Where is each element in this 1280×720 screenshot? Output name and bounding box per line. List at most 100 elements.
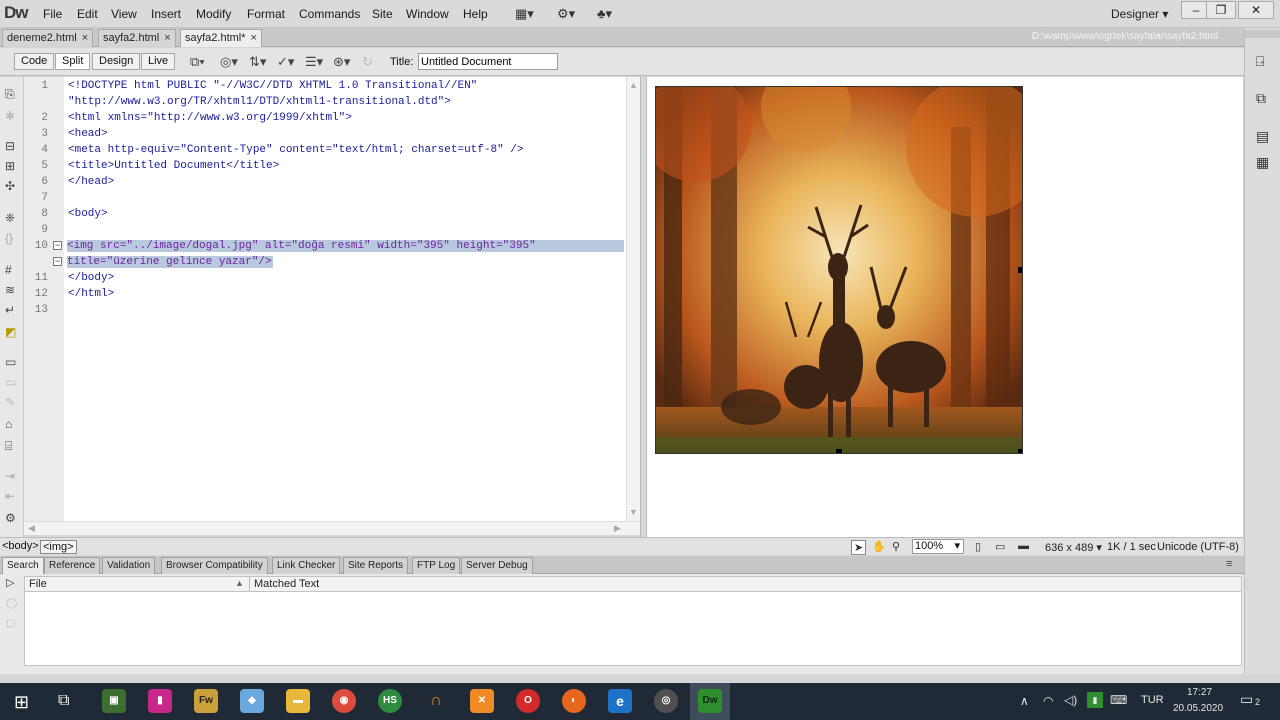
notifications-icon[interactable]: ▭ bbox=[1240, 691, 1253, 708]
recent-snippets-icon[interactable]: ⌂ bbox=[5, 417, 12, 431]
tray-app-icon[interactable]: ▮ bbox=[1087, 692, 1103, 708]
document-title-input[interactable] bbox=[418, 53, 558, 70]
collapse-selection-icon[interactable]: ⊞ bbox=[5, 159, 15, 173]
sort-icon[interactable]: ▲ bbox=[235, 578, 244, 588]
menu-commands[interactable]: Commands bbox=[299, 7, 360, 21]
desktop-size-icon[interactable]: ▬ bbox=[1018, 540, 1029, 552]
tab-sayfa2-modified[interactable]: sayfa2.html* × bbox=[180, 29, 262, 47]
gear-icon[interactable]: ⚙▾ bbox=[557, 6, 575, 22]
snippets-panel-icon[interactable]: ▦ bbox=[1256, 154, 1269, 171]
insert-panel-icon[interactable]: ⍈ bbox=[1256, 53, 1264, 70]
resize-handle-right[interactable] bbox=[1018, 267, 1022, 273]
keyboard-icon[interactable]: ⌨ bbox=[1110, 693, 1127, 707]
preview-browser-icon[interactable]: ◎▾ bbox=[220, 54, 238, 70]
window-size[interactable]: 636 x 489 ▾ bbox=[1045, 541, 1102, 554]
open-documents-icon[interactable]: ⎘ bbox=[5, 87, 15, 102]
files-panel-icon[interactable]: ⧉ bbox=[1256, 90, 1266, 107]
cube-app-icon[interactable]: ◆ bbox=[240, 689, 264, 713]
file-explorer-icon[interactable]: ▬ bbox=[286, 689, 310, 713]
show-code-navigator-icon[interactable]: ✱ bbox=[5, 109, 15, 123]
hs-app-icon[interactable]: HS bbox=[378, 689, 402, 713]
close-icon[interactable]: × bbox=[82, 32, 88, 44]
tab-reference[interactable]: Reference bbox=[44, 557, 101, 574]
menu-window[interactable]: Window bbox=[406, 7, 449, 21]
xampp-icon[interactable]: ✕ bbox=[470, 689, 494, 713]
show-hidden-icons-icon[interactable]: ∧ bbox=[1020, 694, 1029, 708]
scroll-left-icon[interactable]: ◀ bbox=[28, 523, 35, 534]
code-line[interactable]: "http://www.w3.org/TR/xhtml1/DTD/xhtml1-… bbox=[68, 96, 451, 108]
apply-comment-icon[interactable]: ▭ bbox=[5, 355, 16, 369]
tablet-size-icon[interactable]: ▭ bbox=[995, 540, 1005, 553]
menu-help[interactable]: Help bbox=[463, 7, 488, 21]
task-manager-icon[interactable]: ▣ bbox=[102, 689, 126, 713]
tab-sayfa2[interactable]: sayfa2.html × bbox=[98, 29, 176, 47]
file-management-icon[interactable]: ⇅▾ bbox=[249, 54, 266, 70]
tab-server-debug[interactable]: Server Debug bbox=[461, 557, 533, 574]
chrome-icon[interactable]: ◉ bbox=[332, 689, 356, 713]
column-matched-text[interactable]: Matched Text bbox=[254, 578, 319, 590]
tab-browser-compatibility[interactable]: Browser Compatibility bbox=[161, 557, 268, 574]
dock-header[interactable] bbox=[1245, 30, 1280, 38]
menu-site[interactable]: Site bbox=[372, 7, 393, 21]
balance-braces-icon[interactable]: {} bbox=[5, 231, 13, 245]
code-line[interactable]: <head> bbox=[68, 128, 108, 140]
menu-edit[interactable]: Edit bbox=[77, 7, 98, 21]
inspect-icon[interactable]: ⊛▾ bbox=[333, 54, 350, 70]
hand-tool-icon[interactable]: ✋ bbox=[872, 540, 886, 553]
selected-image[interactable] bbox=[655, 86, 1023, 454]
panel-options-icon[interactable]: ≡ bbox=[1226, 558, 1232, 570]
close-icon[interactable]: × bbox=[251, 32, 257, 44]
outdent-code-icon[interactable]: ⇤ bbox=[5, 489, 15, 503]
select-parent-tag-icon[interactable]: ❈ bbox=[5, 211, 15, 225]
windows-start-icon[interactable]: ⊞ bbox=[14, 692, 29, 713]
split-divider[interactable] bbox=[640, 77, 647, 537]
code-line[interactable]: <!DOCTYPE html PUBLIC "-//W3C//DTD XHTML… bbox=[68, 80, 477, 92]
save-report-icon[interactable]: ▢ bbox=[6, 618, 15, 629]
code-editor[interactable]: <!DOCTYPE html PUBLIC "-//W3C//DTD XHTML… bbox=[64, 77, 626, 521]
fireworks-icon[interactable]: Fw bbox=[194, 689, 218, 713]
code-line[interactable]: </head> bbox=[68, 176, 114, 188]
column-divider[interactable] bbox=[249, 577, 250, 591]
stop-icon[interactable]: ◯ bbox=[6, 598, 17, 609]
menu-modify[interactable]: Modify bbox=[196, 7, 231, 21]
volume-icon[interactable]: ◁) bbox=[1064, 693, 1077, 707]
fold-toggle[interactable]: − bbox=[53, 257, 62, 266]
code-horizontal-scrollbar[interactable]: ◀ ▶ bbox=[24, 521, 640, 535]
firefox-icon[interactable]: ◐ bbox=[562, 689, 586, 713]
tag-selector-img[interactable]: <img> bbox=[40, 540, 77, 554]
clock-time[interactable]: 17:27 bbox=[1187, 687, 1212, 698]
remove-comment-icon[interactable]: ▭ bbox=[5, 375, 16, 389]
task-view-icon[interactable]: ⧉ bbox=[58, 692, 69, 710]
check-browser-icon[interactable]: ✓▾ bbox=[277, 54, 294, 70]
code-view-button[interactable]: Code bbox=[14, 53, 55, 70]
code-line[interactable]: <body> bbox=[68, 208, 108, 220]
resize-handle-bottom[interactable] bbox=[836, 449, 842, 453]
expand-all-icon[interactable]: ✣ bbox=[5, 179, 15, 193]
refresh-icon[interactable]: ↻ bbox=[362, 54, 373, 70]
code-vertical-scrollbar[interactable]: ▲ ▼ bbox=[626, 77, 640, 521]
scroll-right-icon[interactable]: ▶ bbox=[614, 523, 621, 534]
maximize-button[interactable]: ❐ bbox=[1206, 1, 1236, 19]
site-icon[interactable]: ♣▾ bbox=[597, 6, 612, 22]
scroll-up-icon[interactable]: ▲ bbox=[629, 80, 638, 90]
indent-code-icon[interactable]: ⇥ bbox=[5, 469, 15, 483]
layout-icon[interactable]: ▦▾ bbox=[515, 6, 534, 22]
tag-selector-body[interactable]: <body> bbox=[2, 540, 39, 552]
tab-link-checker[interactable]: Link Checker bbox=[272, 557, 341, 574]
inkscape-icon[interactable]: ▮ bbox=[148, 689, 172, 713]
tab-deneme2[interactable]: deneme2.html × bbox=[2, 29, 94, 47]
pointer-tool-icon[interactable]: ➤ bbox=[851, 540, 867, 555]
phone-size-icon[interactable]: ▯ bbox=[975, 540, 981, 553]
tab-site-reports[interactable]: Site Reports bbox=[343, 557, 409, 574]
code-line[interactable]: <title>Untitled Document</title> bbox=[68, 160, 279, 172]
code-line[interactable]: <html xmlns="http://www.w3.org/1999/xhtm… bbox=[68, 112, 352, 124]
results-list[interactable] bbox=[24, 592, 1242, 666]
multiscreen-icon[interactable]: ⧉▾ bbox=[190, 54, 205, 70]
tab-validation[interactable]: Validation bbox=[102, 557, 156, 574]
line-numbers-icon[interactable]: # bbox=[5, 263, 12, 277]
design-view-button[interactable]: Design bbox=[92, 53, 141, 70]
headphone-app-icon[interactable]: ∩ bbox=[424, 689, 448, 713]
wifi-icon[interactable]: ◠ bbox=[1043, 694, 1053, 708]
menu-view[interactable]: View bbox=[111, 7, 137, 21]
column-file[interactable]: File bbox=[29, 578, 47, 590]
